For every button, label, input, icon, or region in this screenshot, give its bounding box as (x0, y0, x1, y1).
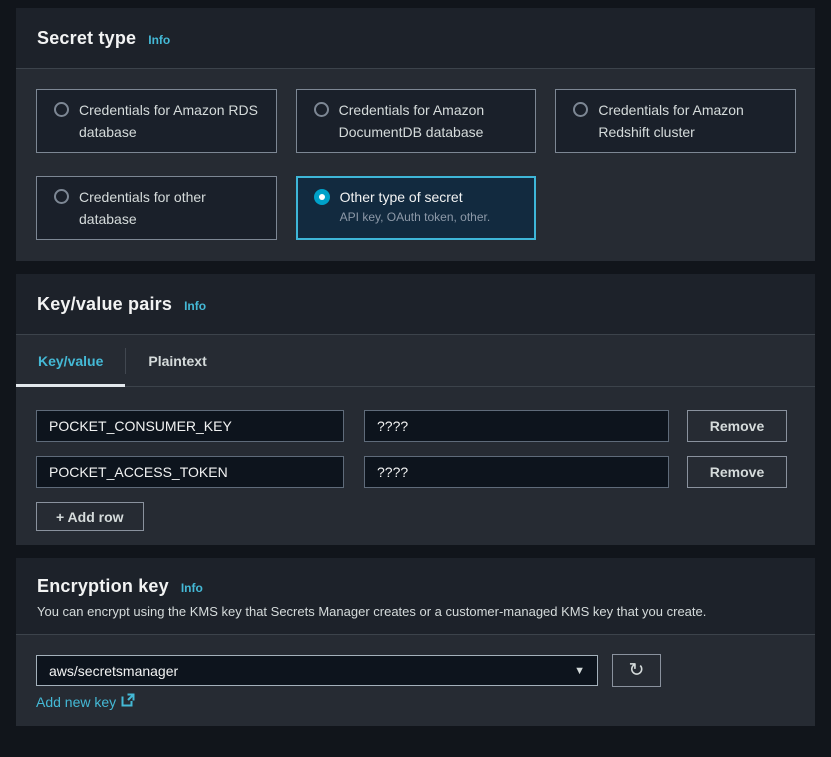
option-description: API key, OAuth token, other. (340, 210, 491, 224)
kv-content: Remove Remove + Add row (16, 387, 815, 545)
key-input-1[interactable] (36, 410, 344, 442)
refresh-icon: ↻ (629, 660, 645, 681)
key-input-2[interactable] (36, 456, 344, 488)
tab-plaintext[interactable]: Plaintext (126, 335, 228, 386)
refresh-button[interactable]: ↻ (612, 654, 661, 687)
option-label: Credentials for Amazon Redshift cluster (598, 99, 783, 143)
option-rds[interactable]: Credentials for Amazon RDS database (36, 89, 277, 153)
radio-unselected-icon[interactable] (54, 189, 69, 204)
tab-key-value[interactable]: Key/value (16, 335, 125, 386)
radio-unselected-icon[interactable] (54, 102, 69, 117)
encryption-key-content: aws/secretsmanager ▼ ↻ Add new key (16, 635, 815, 726)
secret-type-info-link[interactable]: Info (148, 33, 170, 47)
encryption-key-section: Encryption key Info You can encrypt usin… (16, 558, 815, 726)
kv-row: Remove (36, 456, 795, 488)
kv-row: Remove (36, 410, 795, 442)
option-other-database[interactable]: Credentials for other database (36, 176, 277, 240)
value-input-2[interactable] (364, 456, 669, 488)
caret-down-icon: ▼ (574, 665, 585, 677)
option-redshift[interactable]: Credentials for Amazon Redshift cluster (555, 89, 796, 153)
radio-unselected-icon[interactable] (573, 102, 588, 117)
option-other-secret[interactable]: Other type of secret API key, OAuth toke… (296, 176, 537, 240)
secret-type-section: Secret type Info Credentials for Amazon … (16, 8, 815, 261)
secret-type-options: Credentials for Amazon RDS database Cred… (16, 69, 815, 261)
kms-key-select[interactable]: aws/secretsmanager ▼ (36, 655, 598, 686)
option-label: Credentials for other database (79, 186, 264, 230)
encryption-key-info-link[interactable]: Info (181, 581, 203, 595)
encryption-key-header: Encryption key Info You can encrypt usin… (16, 558, 815, 635)
radio-unselected-icon[interactable] (314, 102, 329, 117)
option-documentdb[interactable]: Credentials for Amazon DocumentDB databa… (296, 89, 537, 153)
secret-type-header: Secret type Info (16, 8, 815, 69)
add-row-button[interactable]: + Add row (36, 502, 144, 531)
key-value-pairs-section: Key/value pairs Info Key/value Plaintext… (16, 274, 815, 545)
option-label: Other type of secret (340, 189, 463, 205)
remove-row-button-1[interactable]: Remove (687, 410, 787, 442)
option-label: Credentials for Amazon DocumentDB databa… (339, 99, 524, 143)
key-value-pairs-title: Key/value pairs (37, 294, 172, 315)
secret-type-title: Secret type (37, 28, 136, 49)
encryption-key-title: Encryption key (37, 576, 169, 597)
key-value-pairs-header: Key/value pairs Info (16, 274, 815, 335)
key-value-pairs-info-link[interactable]: Info (184, 299, 206, 313)
add-new-key-label: Add new key (36, 694, 116, 710)
value-input-1[interactable] (364, 410, 669, 442)
encryption-key-description: You can encrypt using the KMS key that S… (37, 604, 795, 619)
kv-tab-bar: Key/value Plaintext (16, 335, 815, 387)
add-new-key-link[interactable]: Add new key (36, 693, 135, 710)
remove-row-button-2[interactable]: Remove (687, 456, 787, 488)
option-label: Credentials for Amazon RDS database (79, 99, 264, 143)
kms-key-selected-value: aws/secretsmanager (49, 663, 574, 679)
external-link-icon (121, 693, 135, 710)
radio-selected-icon[interactable] (314, 189, 330, 205)
